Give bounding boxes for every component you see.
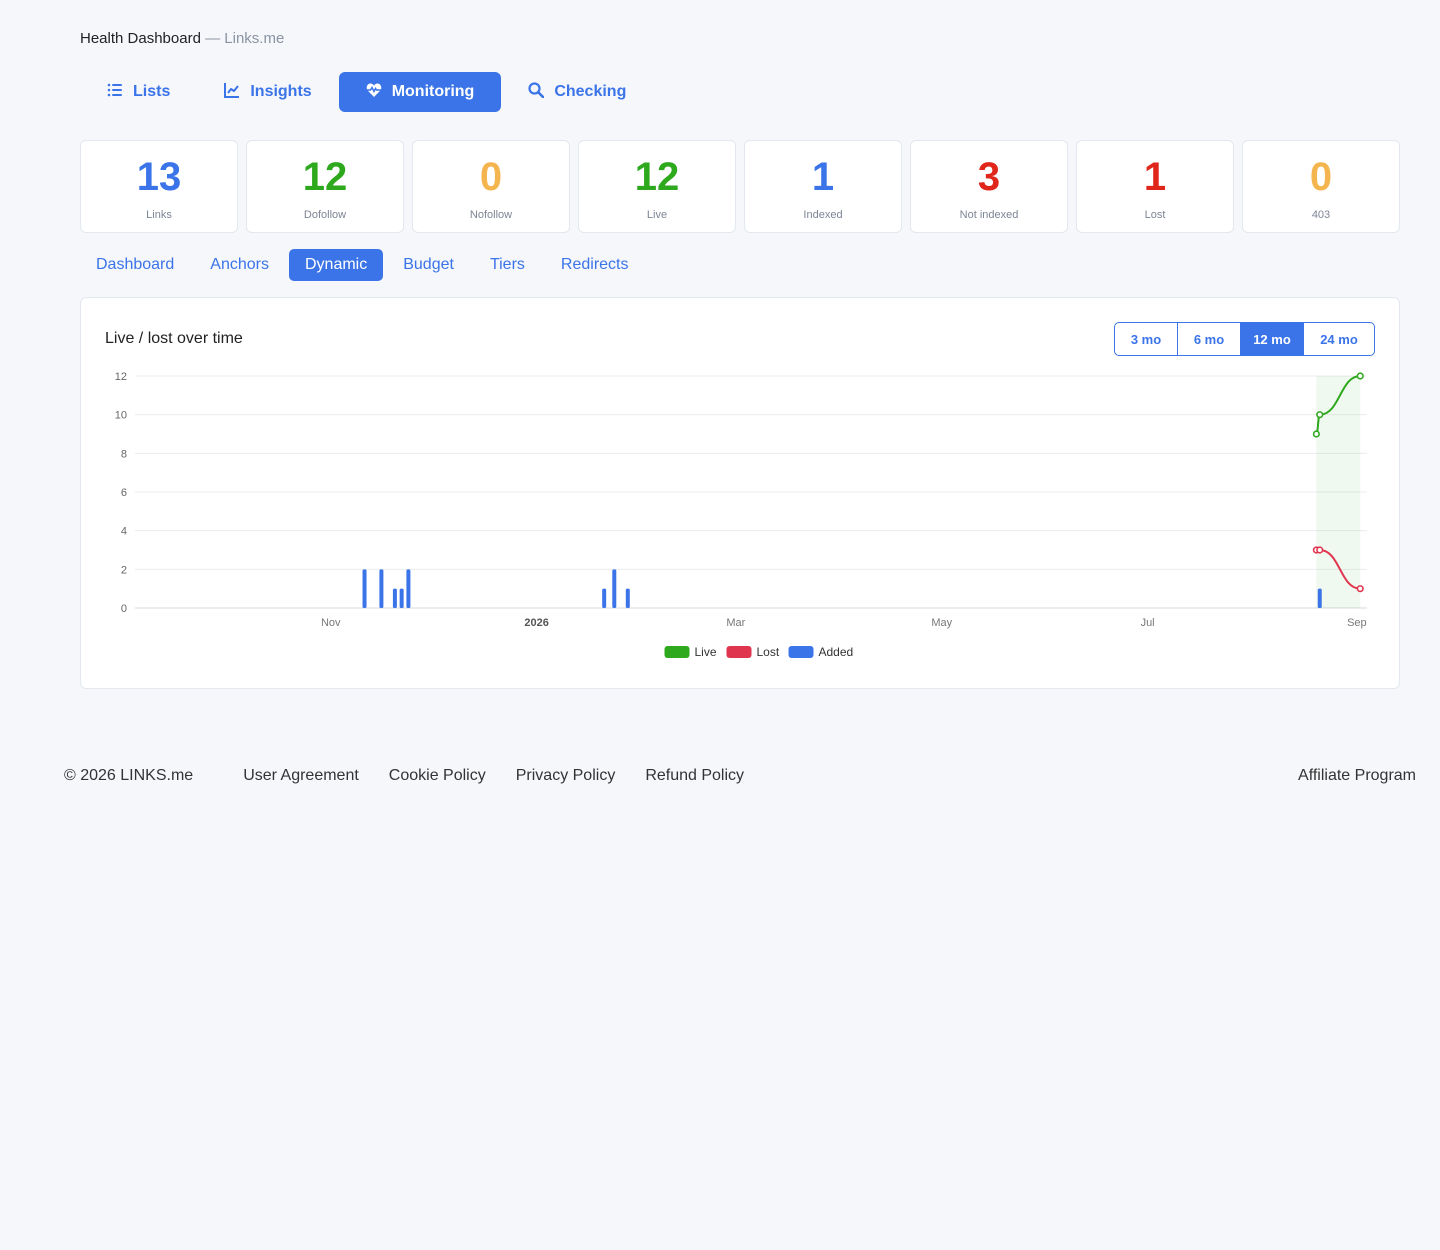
sub-tabs: Dashboard Anchors Dynamic Budget Tiers R…: [80, 249, 648, 281]
stat-card-indexed: 1 Indexed: [744, 140, 902, 233]
added-bar: [625, 588, 630, 608]
live-point: [1316, 411, 1324, 419]
added-bar: [1317, 588, 1322, 608]
stats-row: 13 Links 12 Dofollow 0 Nofollow 12 Live …: [80, 140, 1400, 233]
nav-checking[interactable]: Checking: [501, 72, 653, 112]
nav-lists[interactable]: Lists: [80, 72, 197, 112]
tab-dashboard[interactable]: Dashboard: [80, 249, 190, 281]
page-title: Health Dashboard — Links.me: [80, 30, 284, 47]
legend-swatch-live: [664, 646, 690, 658]
live-point: [1312, 430, 1320, 438]
lost-point: [1356, 585, 1364, 593]
footer-link-user-agreement[interactable]: User Agreement: [243, 767, 359, 785]
tab-tiers[interactable]: Tiers: [474, 249, 541, 281]
stat-label: Lost: [1144, 209, 1166, 221]
heartbeat-icon: [366, 82, 382, 103]
nav-checking-label: Checking: [554, 83, 627, 100]
stat-label: Dofollow: [303, 209, 347, 221]
tab-budget[interactable]: Budget: [387, 249, 470, 281]
stat-value: 0: [479, 155, 503, 199]
nav-insights[interactable]: Insights: [197, 72, 338, 112]
added-bar: [399, 588, 404, 608]
lost-point: [1316, 546, 1324, 554]
stat-card-not-indexed: 3 Not indexed: [910, 140, 1068, 233]
x-tick-label: May: [931, 617, 952, 629]
legend-label-lost: Lost: [757, 645, 780, 659]
footer: © 2026 LINKS.me User Agreement Cookie Po…: [64, 767, 1416, 785]
stat-value: 1: [811, 155, 835, 199]
stat-value: 3: [977, 155, 1001, 199]
added-bar: [602, 588, 607, 608]
y-tick-label: 0: [121, 603, 127, 615]
copyright: © 2026 LINKS.me: [64, 767, 194, 784]
x-tick-label: Nov: [321, 617, 341, 629]
stat-label: Live: [646, 209, 668, 221]
legend-label-live: Live: [695, 645, 717, 659]
footer-link-cookie-policy[interactable]: Cookie Policy: [389, 767, 486, 785]
stat-value: 0: [1309, 155, 1333, 199]
live-lost-chart: 0 2 4 6 8 10 12 Nov 2026 Mar May Jul Sep Live Lost Adde…: [115, 371, 1367, 659]
added-bar: [362, 569, 367, 608]
main-nav: Lists Insights Monitoring Checking: [80, 72, 653, 112]
dashboard-title: Health Dashboard: [80, 30, 201, 47]
footer-link-refund-policy[interactable]: Refund Policy: [645, 767, 744, 785]
nav-monitoring[interactable]: Monitoring: [338, 72, 502, 112]
nav-monitoring-label: Monitoring: [391, 83, 475, 100]
legend-swatch-lost: [726, 646, 752, 658]
chart-panel: Live / lost over time 3 mo 6 mo 12 mo 24…: [80, 297, 1400, 689]
stat-card-dofollow: 12 Dofollow: [246, 140, 404, 233]
added-bar: [612, 569, 617, 608]
x-tick-label: 2026: [524, 617, 548, 629]
stat-label: Nofollow: [469, 209, 513, 221]
added-bar: [406, 569, 411, 608]
added-bar: [392, 588, 397, 608]
highlight-band: [1316, 376, 1361, 608]
chart-line-icon: [224, 82, 240, 103]
title-separator: —: [205, 30, 221, 47]
y-tick-label: 10: [115, 410, 127, 422]
stat-value: 12: [302, 155, 348, 199]
tab-anchors[interactable]: Anchors: [194, 249, 285, 281]
stat-label: 403: [1311, 209, 1331, 221]
y-tick-label: 2: [121, 564, 127, 576]
stat-card-lost: 1 Lost: [1076, 140, 1234, 233]
stat-value: 12: [634, 155, 680, 199]
y-tick-label: 12: [115, 371, 127, 383]
legend-label-added: Added: [819, 645, 854, 659]
legend-swatch-added: [788, 646, 814, 658]
y-tick-label: 8: [121, 448, 127, 460]
stat-card-403: 0 403: [1242, 140, 1400, 233]
y-tick-label: 6: [121, 487, 127, 499]
live-point: [1356, 372, 1364, 380]
nav-insights-label: Insights: [250, 83, 312, 100]
stat-value: 1: [1143, 155, 1167, 199]
stat-card-live: 12 Live: [578, 140, 736, 233]
tab-dynamic[interactable]: Dynamic: [288, 249, 384, 281]
footer-link-privacy-policy[interactable]: Privacy Policy: [516, 767, 616, 785]
tab-redirects[interactable]: Redirects: [545, 249, 645, 281]
y-tick-label: 4: [121, 526, 127, 538]
nav-lists-label: Lists: [133, 83, 171, 100]
stat-card-links: 13 Links: [80, 140, 238, 233]
stat-label: Links: [146, 209, 172, 221]
search-icon: [528, 81, 545, 103]
stat-card-nofollow: 0 Nofollow: [412, 140, 570, 233]
list-icon: [107, 82, 123, 103]
x-tick-label: Jul: [1141, 617, 1155, 629]
stat-value: 13: [136, 155, 182, 199]
added-bar: [379, 569, 384, 608]
stat-label: Indexed: [803, 209, 843, 221]
x-tick-label: Mar: [726, 617, 745, 629]
stat-label: Not indexed: [959, 209, 1019, 221]
site-name: Links.me: [224, 30, 285, 47]
footer-link-affiliate[interactable]: Affiliate Program: [1298, 767, 1416, 785]
x-tick-label: Sep: [1347, 617, 1367, 629]
